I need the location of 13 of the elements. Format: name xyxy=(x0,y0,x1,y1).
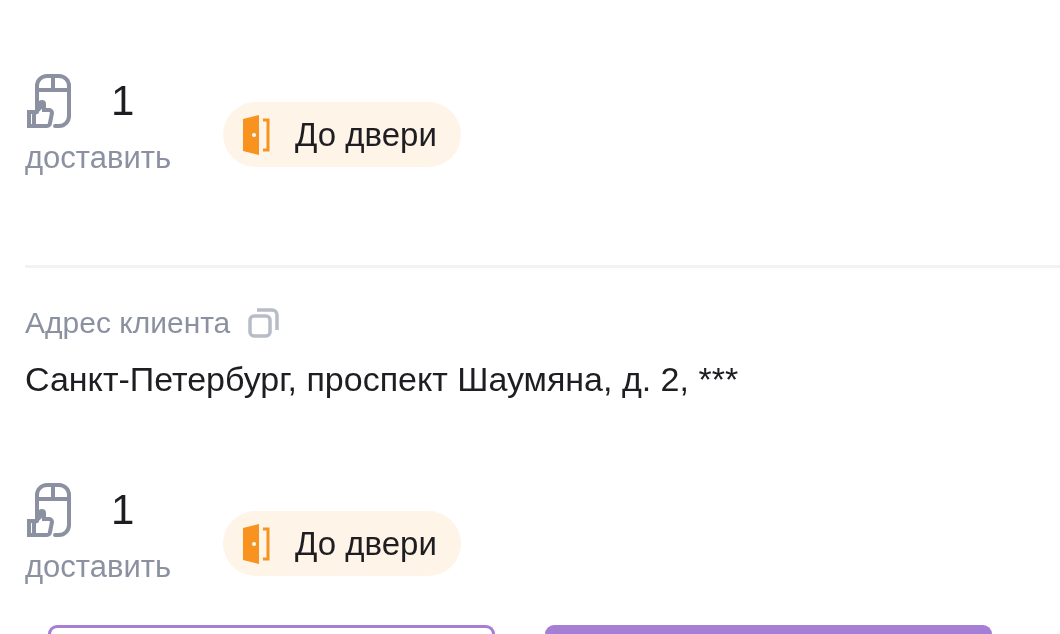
secondary-button[interactable] xyxy=(48,625,495,634)
door-icon xyxy=(241,523,272,564)
action-label: доставить xyxy=(25,551,172,582)
delivery-method-label: До двери xyxy=(295,524,437,563)
address-text: Санкт-Петербург, проспект Шаумяна, д. 2, *** xyxy=(25,360,740,399)
action-label: доставить xyxy=(25,142,172,173)
item-count: 1 xyxy=(111,80,135,122)
address-label: Адрес клиента xyxy=(25,306,231,340)
item-count: 1 xyxy=(111,489,135,531)
copy-icon[interactable] xyxy=(248,307,281,339)
primary-button[interactable] xyxy=(545,625,992,634)
delivery-method-label: До двери xyxy=(295,115,437,154)
door-icon xyxy=(241,114,272,155)
